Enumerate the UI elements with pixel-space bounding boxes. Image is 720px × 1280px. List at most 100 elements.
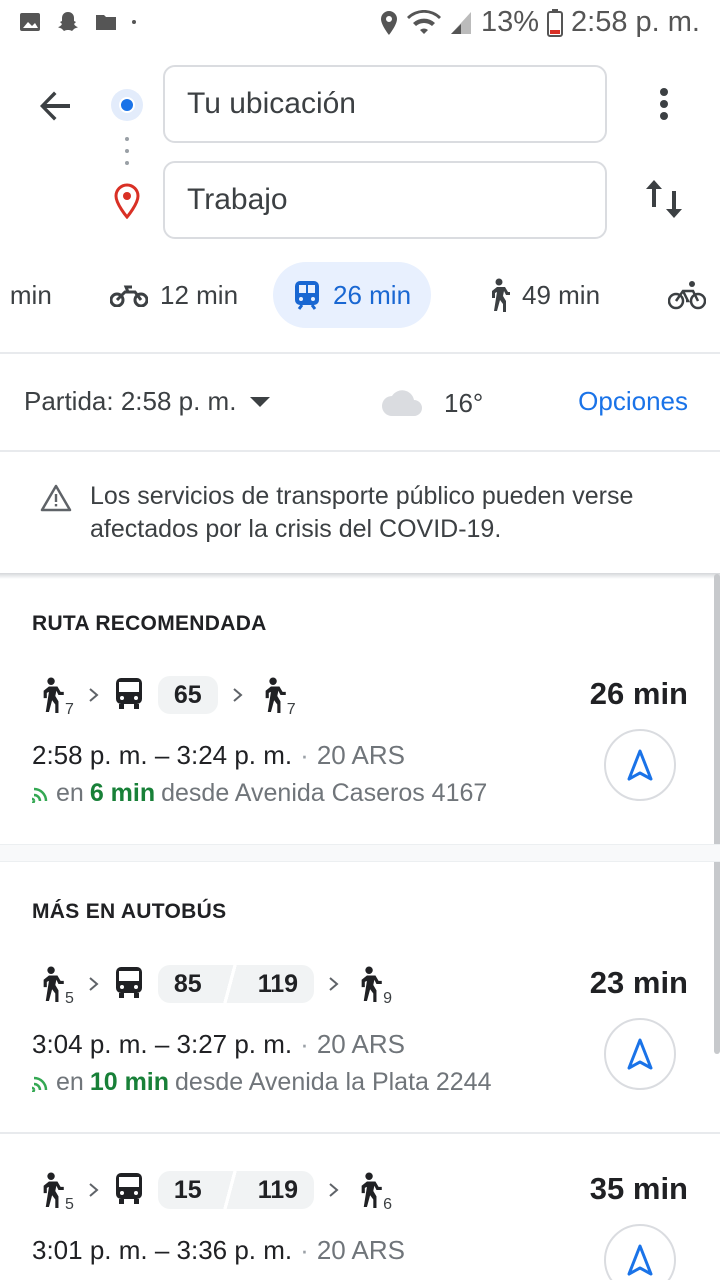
- fare: 20 ARS: [316, 1029, 405, 1059]
- clock: 2:58 p. m.: [571, 6, 700, 38]
- navigation-arrow-icon: [627, 1244, 653, 1276]
- travel-mode-tabs: · min 12 min 26 min 49 min: [0, 262, 720, 330]
- walk-minutes: 7: [65, 701, 74, 718]
- tab-car-time: · min: [0, 279, 52, 310]
- walk-icon: [492, 278, 510, 312]
- live-minutes: 6 min: [89, 779, 156, 807]
- walk-step: 5: [36, 966, 74, 1007]
- bus-icon: [115, 677, 142, 709]
- bus-line-badge: 85 119: [157, 965, 315, 1003]
- more-options-icon[interactable]: [648, 84, 680, 124]
- tab-walk-time: 49 min: [522, 279, 601, 310]
- destination-pin-icon: [114, 183, 140, 219]
- walk-minutes: 5: [65, 990, 74, 1007]
- bus-line-badge: 65: [157, 676, 218, 714]
- bus-line-badge: 15 119: [157, 1171, 315, 1209]
- cloud-icon: [382, 389, 422, 416]
- chevron-right-icon: [329, 1183, 339, 1197]
- time-range: 3:01 p. m. – 3:36 p. m.: [32, 1235, 293, 1265]
- fare: 20 ARS: [316, 740, 405, 770]
- wifi-icon: [406, 9, 441, 34]
- route-duration: 23 min: [589, 965, 688, 1000]
- walk-step: 5: [36, 1172, 74, 1213]
- train-icon: [295, 281, 319, 310]
- live-departure: en 6 min desde Avenida Caseros 4167: [32, 779, 487, 808]
- departure-label: Partida: 2:58 p. m.: [24, 386, 237, 416]
- scrollbar[interactable]: [714, 574, 720, 1054]
- battery-percent: 13%: [480, 6, 540, 38]
- chevron-right-icon: [89, 1183, 99, 1197]
- warning-icon: [40, 484, 72, 512]
- start-navigation-button[interactable]: [604, 729, 676, 801]
- notification-dot: [132, 20, 136, 24]
- walk-minutes: 5: [65, 1196, 74, 1213]
- line-separator: [217, 1171, 242, 1209]
- tab-transit[interactable]: 26 min: [273, 262, 432, 328]
- bus-line-a: 85: [173, 969, 202, 998]
- live-prefix: en: [56, 779, 84, 807]
- section-title-recommended: RUTA RECOMENDADA: [32, 612, 267, 635]
- location-icon: [380, 10, 397, 35]
- time-range: 2:58 p. m. – 3:24 p. m.: [32, 740, 293, 770]
- destination-input[interactable]: Trabajo: [163, 161, 607, 239]
- origin-input[interactable]: Tu ubicación: [163, 65, 607, 143]
- walk-step: 7: [258, 677, 296, 718]
- start-navigation-button[interactable]: [604, 1018, 676, 1090]
- navigation-arrow-icon: [627, 1038, 653, 1070]
- alert-text: Los servicios de transporte público pued…: [90, 482, 634, 543]
- live-prefix: en: [56, 1068, 84, 1096]
- route-steps: 5 85 119 9: [36, 963, 392, 1007]
- tab-motorcycle[interactable]: 12 min: [110, 262, 238, 328]
- walk-icon: [361, 1172, 382, 1208]
- weather: 16°: [380, 388, 483, 419]
- chevron-right-icon: [233, 688, 243, 702]
- route-steps: 5 15 119 6: [36, 1169, 392, 1213]
- line-separator: [217, 965, 242, 1003]
- walk-icon: [43, 677, 64, 713]
- swap-icon[interactable]: [640, 174, 688, 224]
- bus-step: [114, 965, 144, 1004]
- section-title-more-bus: MÁS EN AUTOBÚS: [32, 900, 227, 923]
- tab-walk[interactable]: 49 min: [486, 262, 600, 328]
- walk-minutes: 9: [383, 990, 392, 1007]
- divider: [0, 450, 720, 452]
- live-stop: desde Avenida Caseros 4167: [161, 779, 488, 807]
- tab-car[interactable]: · min: [0, 262, 52, 328]
- live-stop: desde Avenida la Plata 2244: [175, 1068, 492, 1096]
- live-departure: en 10 min desde Avenida la Plata 2244: [32, 1068, 491, 1097]
- tab-bike[interactable]: [668, 262, 706, 328]
- chevron-right-icon: [89, 977, 99, 991]
- live-signal-icon: [32, 1076, 48, 1092]
- departure-time-selector[interactable]: Partida: 2:58 p. m.: [24, 386, 271, 417]
- walk-step: 9: [354, 966, 392, 1007]
- motorcycle-icon: [110, 285, 148, 307]
- walk-icon: [361, 966, 382, 1002]
- back-arrow-icon[interactable]: [34, 84, 78, 128]
- walk-minutes: 7: [286, 701, 296, 718]
- dropdown-caret-icon: [250, 396, 271, 407]
- divider: [0, 352, 720, 354]
- walk-icon: [265, 677, 286, 713]
- route-times: 3:01 p. m. – 3:36 p. m. · 20 ARS: [32, 1235, 405, 1265]
- bus-icon: [115, 966, 142, 998]
- section-separator: [0, 844, 720, 862]
- navigation-arrow-icon: [627, 749, 653, 781]
- walk-minutes: 6: [383, 1196, 392, 1213]
- options-button[interactable]: Opciones: [578, 386, 688, 417]
- chevron-right-icon: [329, 977, 339, 991]
- snapchat-icon: [58, 12, 78, 31]
- covid-alert: Los servicios de transporte público pued…: [40, 480, 680, 546]
- divider: [0, 1132, 720, 1134]
- route-duration: 26 min: [589, 676, 688, 711]
- battery-icon: [547, 8, 564, 37]
- start-navigation-button[interactable]: [604, 1224, 676, 1280]
- route-connector: [125, 137, 129, 173]
- chevron-right-icon: [89, 688, 99, 702]
- time-range: 3:04 p. m. – 3:27 p. m.: [32, 1029, 293, 1059]
- route-duration: 35 min: [589, 1171, 688, 1206]
- fare: 20 ARS: [316, 1235, 405, 1265]
- route-times: 3:04 p. m. – 3:27 p. m. · 20 ARS: [32, 1029, 405, 1059]
- origin-dot-icon: [111, 89, 143, 121]
- gallery-icon: [20, 13, 40, 31]
- signal-icon: [450, 11, 471, 34]
